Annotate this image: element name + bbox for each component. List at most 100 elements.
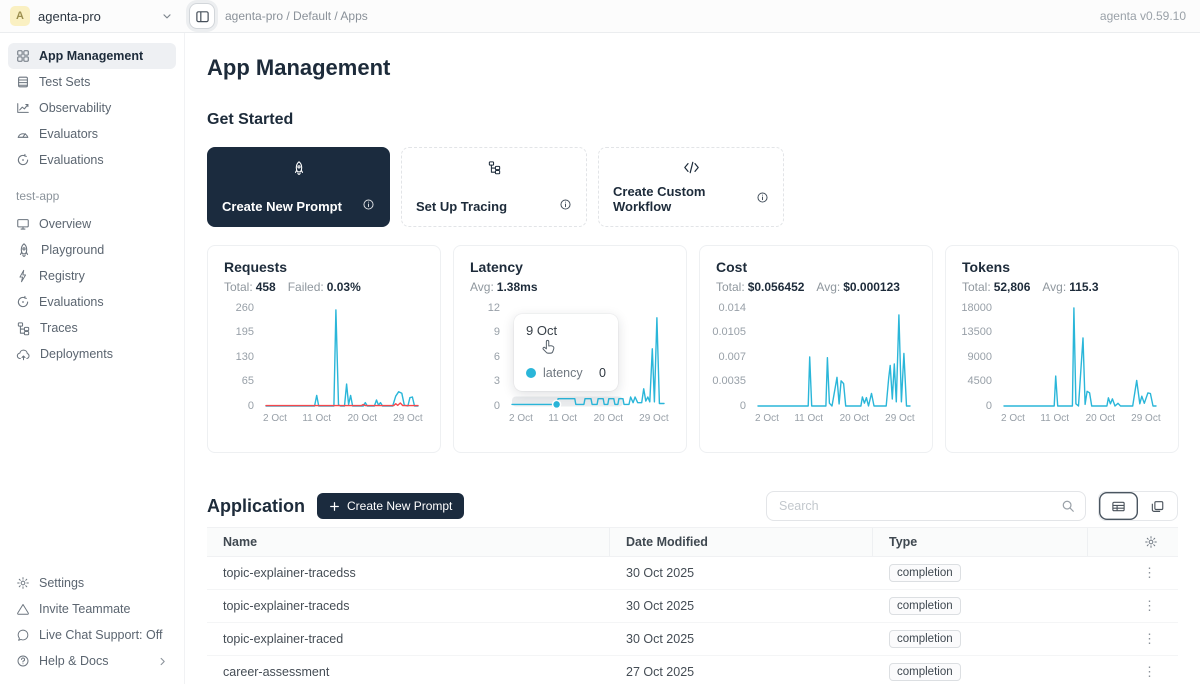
y-axis: 260195130650	[224, 306, 260, 410]
sidebar-item-evaluations[interactable]: Evaluations	[8, 147, 176, 173]
column-settings[interactable]	[1088, 528, 1178, 556]
sidebar-project-item-deployments[interactable]: Deployments	[8, 341, 176, 367]
sidebar-item-observability[interactable]: Observability	[8, 95, 176, 121]
info-icon[interactable]	[362, 198, 375, 214]
search-box	[766, 491, 1086, 521]
table-view-button[interactable]	[1099, 492, 1138, 520]
info-icon[interactable]	[559, 198, 572, 214]
create-new-prompt-button[interactable]: Create New Prompt	[317, 493, 464, 519]
card-label: Create Custom Workflow	[613, 184, 756, 214]
monitor-icon	[16, 217, 30, 231]
sidebar-project-item-playground[interactable]: Playground	[8, 237, 176, 263]
breadcrumb[interactable]: agenta-pro / Default / Apps	[225, 9, 368, 23]
sidebar-project-item-registry[interactable]: Registry	[8, 263, 176, 289]
metric-title: Latency	[470, 259, 670, 275]
cell-date-modified: 30 Oct 2025	[610, 632, 873, 646]
stat: Total:$0.056452	[716, 280, 804, 294]
search-icon[interactable]	[1061, 499, 1075, 513]
y-tick-label: 0	[494, 400, 500, 412]
kebab-menu-icon: ⋮	[1143, 631, 1156, 647]
tree-icon	[416, 160, 572, 175]
sidebar-item-app-management[interactable]: App Management	[8, 43, 176, 69]
card-create-new-prompt[interactable]: Create New Prompt	[207, 147, 390, 227]
svg-text:2 Oct: 2 Oct	[1001, 413, 1025, 424]
y-tick-label: 0	[740, 400, 746, 412]
y-tick-label: 18000	[961, 302, 992, 314]
y-tick-label: 0	[986, 400, 992, 412]
collapse-sidebar-button[interactable]	[189, 3, 215, 29]
sidebar-item-live-chat-support-off[interactable]: Live Chat Support: Off	[8, 622, 176, 648]
org-switcher[interactable]: A agenta-pro	[0, 6, 185, 26]
metric-stats: Total:458Failed:0.03%	[224, 280, 424, 294]
type-badge: completion	[889, 564, 961, 582]
table-row[interactable]: career-assessment27 Oct 2025completion⋮	[207, 656, 1178, 684]
rocket-icon	[16, 242, 32, 258]
card-view-button[interactable]	[1138, 492, 1177, 520]
sidebar-project-nav: Overview PlaygroundRegistryEvaluationsTra…	[8, 211, 176, 367]
sidebar-project-item-evaluations[interactable]: Evaluations	[8, 289, 176, 315]
card-create-custom-workflow[interactable]: Create Custom Workflow	[598, 147, 784, 227]
type-badge: completion	[889, 597, 961, 615]
sidebar-item-help-docs[interactable]: Help & Docs	[8, 648, 176, 674]
chevron-right-icon	[157, 656, 168, 667]
sidebar-item-label: Overview	[39, 217, 91, 231]
y-tick-label: 0.007	[718, 351, 746, 363]
card-set-up-tracing[interactable]: Set Up Tracing	[401, 147, 587, 227]
y-tick-label: 0	[248, 400, 254, 412]
cell-date-modified: 30 Oct 2025	[610, 566, 873, 580]
chart-line-icon	[16, 101, 30, 115]
chevron-down-icon	[161, 10, 173, 22]
search-input[interactable]	[777, 498, 1061, 514]
table-view-icon	[1111, 499, 1126, 514]
y-tick-label: 3	[494, 375, 500, 387]
sidebar-bottom-nav: SettingsInvite TeammateLive Chat Support…	[8, 570, 176, 674]
sidebar-item-label: Deployments	[40, 347, 113, 361]
table-row[interactable]: topic-explainer-traced30 Oct 2025complet…	[207, 623, 1178, 656]
table-header: NameDate ModifiedType	[207, 527, 1178, 557]
card-view-icon	[1150, 499, 1165, 514]
info-icon[interactable]	[756, 191, 769, 207]
tokens-chart[interactable]: 2 Oct11 Oct20 Oct29 Oct	[998, 306, 1162, 426]
row-menu-button[interactable]: ⋮	[1088, 664, 1178, 680]
svg-text:11 Oct: 11 Oct	[302, 413, 331, 424]
sidebar-item-label: Evaluators	[39, 127, 98, 141]
sidebar-item-label: App Management	[39, 49, 143, 63]
sidebar-item-test-sets[interactable]: Test Sets	[8, 69, 176, 95]
y-tick-label: 9	[494, 326, 500, 338]
y-axis: 1800013500900045000	[962, 306, 998, 410]
sidebar-item-invite-teammate[interactable]: Invite Teammate	[8, 596, 176, 622]
sidebar-item-settings[interactable]: Settings	[8, 570, 176, 596]
svg-text:29 Oct: 29 Oct	[393, 413, 423, 424]
code-icon	[613, 160, 769, 175]
kebab-menu-icon: ⋮	[1143, 598, 1156, 614]
column-header-date-modified[interactable]: Date Modified	[610, 528, 873, 556]
chart-tooltip: 9 Octlatency0	[514, 314, 618, 391]
row-menu-button[interactable]: ⋮	[1088, 598, 1178, 614]
row-menu-button[interactable]: ⋮	[1088, 631, 1178, 647]
sidebar-project-item-overview[interactable]: Overview	[8, 211, 176, 237]
svg-text:11 Oct: 11 Oct	[1040, 413, 1069, 424]
panel-left-icon	[195, 9, 210, 24]
cost-chart[interactable]: 2 Oct11 Oct20 Oct29 Oct	[752, 306, 916, 426]
requests-chart[interactable]: 2 Oct11 Oct20 Oct29 Oct	[260, 306, 424, 426]
stat: Avg:1.38ms	[470, 280, 538, 294]
y-tick-label: 0.0035	[712, 375, 746, 387]
table-row[interactable]: topic-explainer-tracedss30 Oct 2025compl…	[207, 557, 1178, 590]
invite-icon	[16, 602, 30, 616]
main-content: App Management Get Started Create New Pr…	[185, 33, 1200, 684]
sidebar-item-evaluators[interactable]: Evaluators	[8, 121, 176, 147]
row-menu-button[interactable]: ⋮	[1088, 565, 1178, 581]
org-avatar: A	[10, 6, 30, 26]
y-tick-label: 65	[242, 375, 254, 387]
metric-title: Requests	[224, 259, 424, 275]
cell-date-modified: 27 Oct 2025	[610, 665, 873, 679]
y-tick-label: 6	[494, 351, 500, 363]
svg-text:20 Oct: 20 Oct	[1086, 413, 1116, 424]
cell-type: completion	[873, 630, 1088, 648]
table-row[interactable]: topic-explainer-traceds30 Oct 2025comple…	[207, 590, 1178, 623]
column-header-name[interactable]: Name	[207, 528, 610, 556]
sidebar-project-item-traces[interactable]: Traces	[8, 315, 176, 341]
get-started-cards: Create New PromptSet Up Tracing Create Cu…	[207, 147, 1178, 227]
cell-name: topic-explainer-traceds	[207, 599, 610, 613]
column-header-type[interactable]: Type	[873, 528, 1088, 556]
